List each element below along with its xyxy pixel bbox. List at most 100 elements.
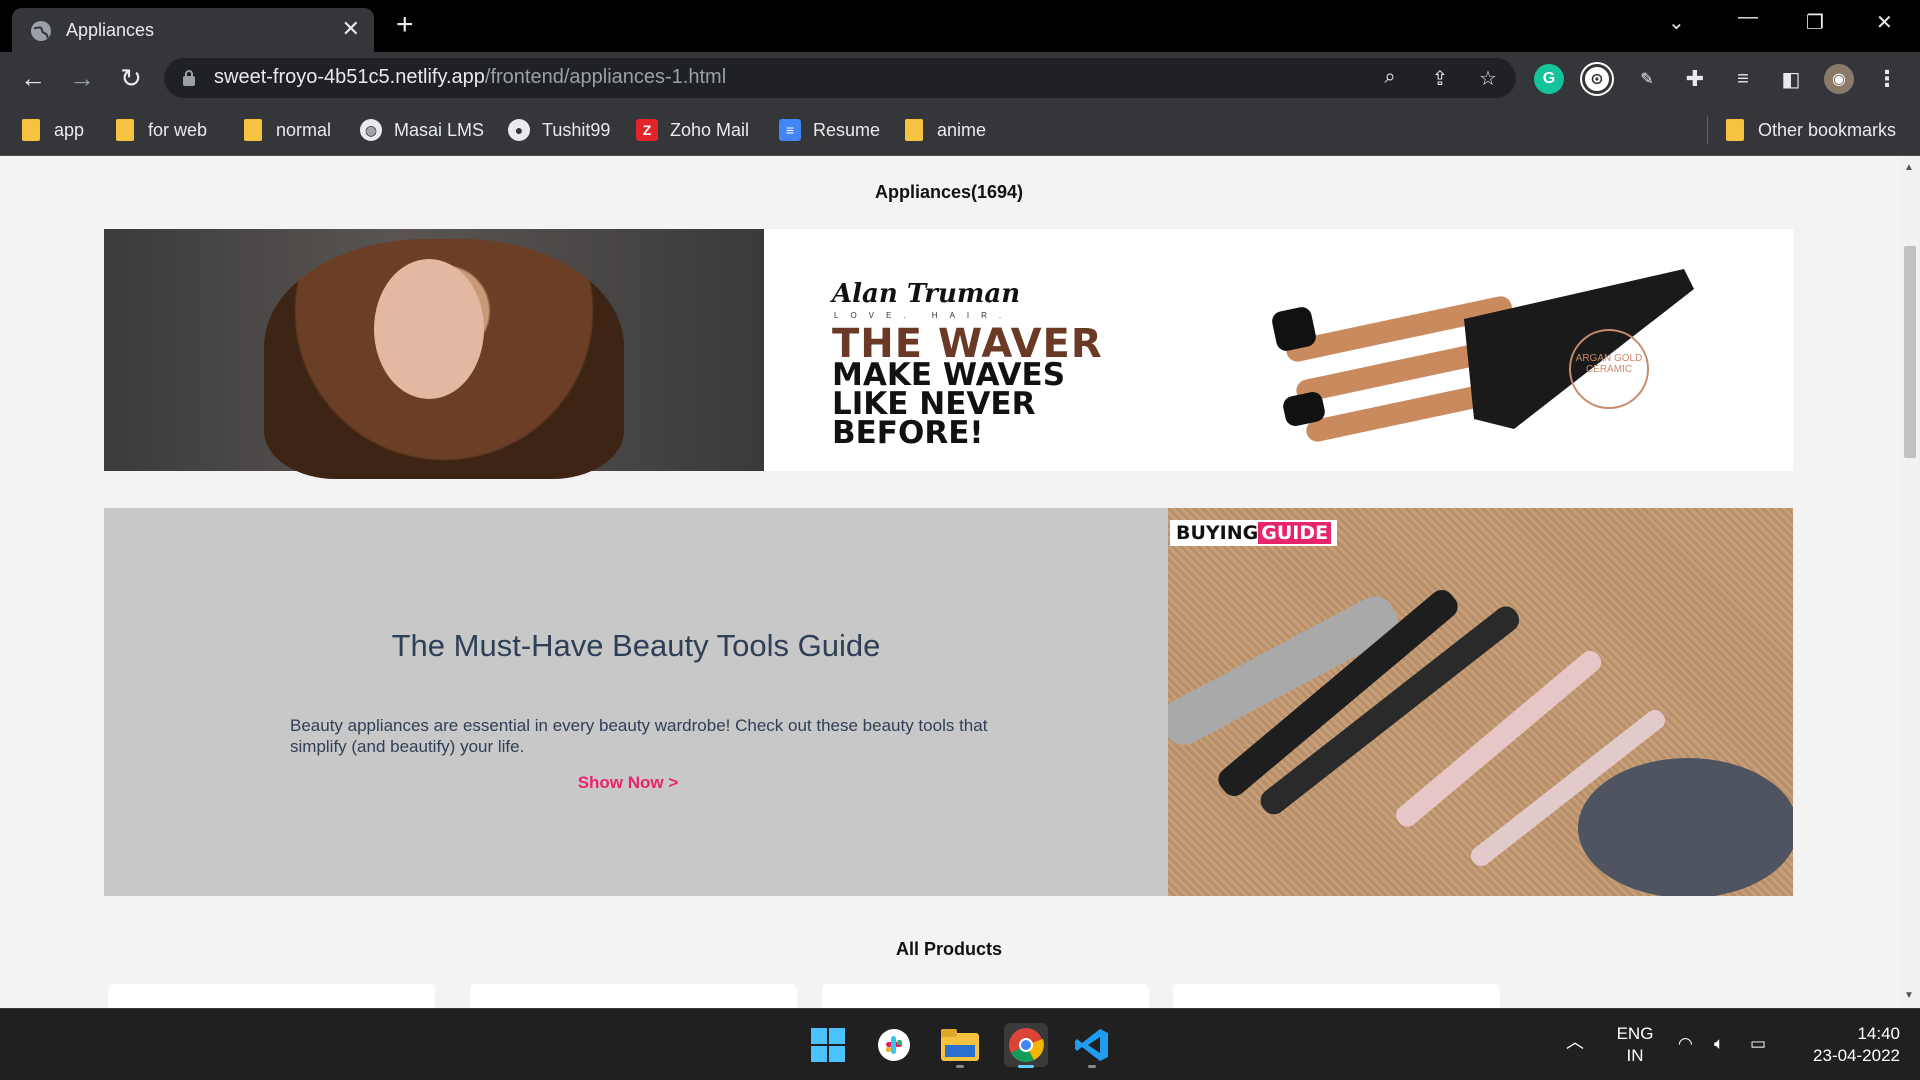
folder-icon bbox=[905, 119, 923, 141]
address-bar[interactable]: sweet-froyo-4b51c5.netlify.app/frontend/… bbox=[164, 58, 1516, 98]
product-card[interactable] bbox=[1173, 984, 1500, 1008]
bookmark-label: normal bbox=[276, 119, 332, 140]
product-card[interactable] bbox=[822, 984, 1149, 1008]
zoho-icon: Z bbox=[636, 119, 658, 141]
folder-icon bbox=[22, 119, 40, 141]
region-code: IN bbox=[1626, 1046, 1644, 1065]
chrome-app[interactable] bbox=[1004, 1023, 1048, 1068]
tab-strip: Appliances ✕ + ⌄ — ❐ ✕ bbox=[0, 0, 1920, 52]
brand-logo: Alan Truman bbox=[832, 279, 1021, 309]
slack-icon bbox=[878, 1029, 910, 1061]
bookmark-label: for web bbox=[148, 119, 208, 140]
close-window-button[interactable]: ✕ bbox=[1876, 10, 1893, 35]
folder-icon bbox=[1726, 119, 1744, 141]
bookmark-masai-lms[interactable]: ◍ Masai LMS bbox=[360, 118, 484, 142]
clock-date: 23-04-2022 bbox=[1813, 1046, 1900, 1065]
side-panel-icon[interactable]: ◧ bbox=[1776, 64, 1806, 94]
badge-text-buying: BUYING bbox=[1176, 522, 1259, 544]
wifi-icon[interactable]: ◠ bbox=[1678, 1033, 1693, 1055]
all-products-heading: All Products bbox=[895, 939, 1002, 959]
bookmark-star-icon[interactable]: ☆ bbox=[1476, 66, 1500, 90]
extension-circle-icon[interactable]: ⊙ bbox=[1582, 64, 1612, 94]
brand-tagline: LOVE. HAIR. bbox=[834, 311, 1014, 320]
promo-banner[interactable]: Alan Truman LOVE. HAIR. THE WAVER MAKE W… bbox=[104, 229, 1793, 479]
bookmark-zoho-mail[interactable]: Z Zoho Mail bbox=[636, 118, 749, 142]
volume-icon[interactable]: 🔈︎ bbox=[1714, 1033, 1724, 1055]
bookmark-label: Masai LMS bbox=[394, 119, 485, 140]
model-photo bbox=[104, 229, 764, 479]
clock-time: 14:40 bbox=[1857, 1024, 1900, 1043]
buying-guide-section: The Must-Have Beauty Tools Guide Beauty … bbox=[104, 508, 1798, 898]
restore-button[interactable]: ❐ bbox=[1806, 10, 1824, 35]
lock-icon bbox=[183, 70, 195, 86]
scroll-thumb[interactable] bbox=[1904, 246, 1916, 458]
back-button[interactable]: ← bbox=[19, 65, 47, 93]
running-indicator bbox=[1088, 1065, 1096, 1068]
bookmark-for-web[interactable]: for web bbox=[116, 118, 207, 142]
active-indicator bbox=[1018, 1065, 1034, 1068]
vscode-app[interactable] bbox=[1070, 1023, 1114, 1068]
product-card[interactable] bbox=[108, 984, 435, 1008]
bookmark-app[interactable]: app bbox=[22, 118, 84, 142]
url-path: /frontend/appliances-1.html bbox=[484, 66, 727, 88]
browser-tab[interactable]: Appliances ✕ bbox=[12, 8, 374, 52]
new-tab-button[interactable]: + bbox=[396, 10, 414, 40]
argan-badge: ARGAN GOLD CERAMIC bbox=[1569, 329, 1649, 409]
url-domain: sweet-froyo-4b51c5.netlify.app bbox=[214, 66, 485, 88]
bookmark-label: Zoho Mail bbox=[670, 119, 750, 140]
show-hidden-icons[interactable]: ︿ bbox=[1566, 1031, 1584, 1053]
vscode-icon bbox=[1075, 1029, 1108, 1061]
folder-icon bbox=[116, 119, 134, 141]
share-icon[interactable]: ⇪ bbox=[1428, 66, 1452, 90]
guide-description: Beauty appliances are essential in every… bbox=[290, 716, 988, 756]
product-card[interactable] bbox=[470, 984, 797, 1008]
minimize-button[interactable]: — bbox=[1738, 6, 1758, 29]
clock[interactable]: 14:40 23-04-2022 bbox=[1790, 1023, 1900, 1067]
language-code: ENG bbox=[1616, 1024, 1654, 1043]
reload-button[interactable]: ↻ bbox=[117, 65, 145, 93]
reading-list-icon[interactable]: ≡ bbox=[1728, 64, 1758, 94]
grammarly-icon[interactable]: G bbox=[1534, 64, 1564, 94]
profile-avatar[interactable]: ◉ bbox=[1824, 64, 1854, 94]
bookmark-label: app bbox=[54, 119, 85, 140]
file-explorer-app[interactable] bbox=[938, 1023, 982, 1068]
beauty-tools-image bbox=[1160, 508, 1798, 898]
running-indicator bbox=[956, 1065, 964, 1068]
tab-title: Appliances bbox=[66, 20, 155, 40]
pen-extension-icon[interactable]: ✎ bbox=[1632, 64, 1662, 94]
battery-icon[interactable]: ▭ bbox=[1750, 1033, 1766, 1055]
start-button[interactable] bbox=[806, 1023, 850, 1067]
globe-icon: ◍ bbox=[360, 119, 382, 141]
page-scrollbar[interactable]: ▲ ▼ bbox=[1900, 156, 1920, 1008]
badge-text-guide: GUIDE bbox=[1258, 522, 1332, 544]
globe-icon bbox=[31, 21, 51, 41]
scroll-down-icon[interactable]: ▼ bbox=[1904, 990, 1914, 1001]
banner-slogan: MAKE WAVES LIKE NEVER BEFORE! bbox=[832, 357, 1066, 451]
bookmarks-bar: app for web normal ◍ Masai LMS ● Tushit99 … bbox=[0, 104, 1920, 156]
close-tab-icon[interactable]: ✕ bbox=[342, 17, 360, 41]
folder-icon bbox=[941, 1029, 979, 1061]
github-icon: ● bbox=[508, 119, 530, 141]
bookmarks-divider bbox=[1707, 116, 1708, 144]
other-bookmarks[interactable]: Other bookmarks bbox=[1726, 118, 1896, 142]
extensions-puzzle-icon[interactable]: ✚ bbox=[1680, 64, 1710, 94]
tools-illustration bbox=[1160, 589, 1798, 898]
bookmark-label: Resume bbox=[813, 119, 881, 140]
bookmark-tushit99[interactable]: ● Tushit99 bbox=[508, 118, 610, 142]
bookmark-resume[interactable]: ≡ Resume bbox=[779, 118, 880, 142]
forward-button[interactable]: → bbox=[68, 65, 96, 93]
menu-icon[interactable]: ⋮ bbox=[1872, 64, 1902, 94]
page-title: Appliances(1694) bbox=[874, 182, 1024, 202]
bookmark-normal[interactable]: normal bbox=[244, 118, 331, 142]
scroll-up-icon[interactable]: ▲ bbox=[1904, 162, 1914, 173]
show-now-link[interactable]: Show Now > bbox=[104, 773, 1152, 793]
slack-app[interactable] bbox=[872, 1023, 916, 1067]
tab-search-icon[interactable]: ⌄ bbox=[1668, 10, 1685, 35]
browser-toolbar: ← → ↻ sweet-froyo-4b51c5.netlify.app/fro… bbox=[0, 52, 1920, 104]
zoom-icon[interactable]: ⌕ bbox=[1378, 66, 1402, 90]
language-indicator[interactable]: ENG IN bbox=[1612, 1023, 1658, 1067]
bookmark-anime[interactable]: anime bbox=[905, 118, 986, 142]
bookmark-label: anime bbox=[937, 119, 987, 140]
guide-title: The Must-Have Beauty Tools Guide bbox=[391, 628, 881, 663]
bookmark-label: Tushit99 bbox=[542, 119, 611, 140]
